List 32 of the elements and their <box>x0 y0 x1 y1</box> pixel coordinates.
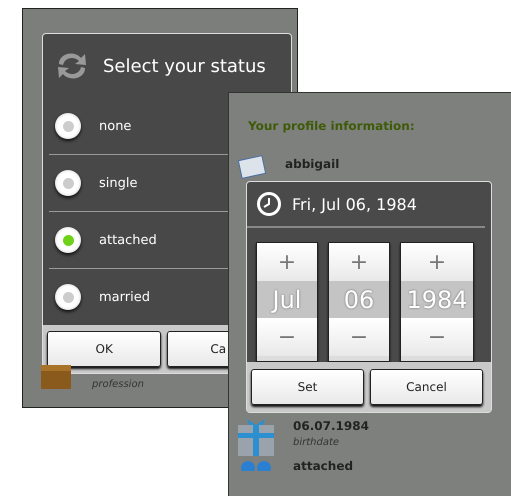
radio-button[interactable] <box>55 113 81 139</box>
box-icon <box>40 364 72 390</box>
set-button[interactable]: Set <box>251 369 364 405</box>
clock-icon <box>256 191 282 217</box>
radio-button[interactable] <box>55 170 81 196</box>
section-heading: Your profile information: <box>248 119 416 133</box>
decrement-button[interactable]: − <box>401 318 473 356</box>
field-value: 06.07.1984 <box>293 419 369 433</box>
option-label: none <box>99 118 132 134</box>
spinner-value: Jul <box>257 281 317 318</box>
option-label: single <box>99 176 138 190</box>
decrement-button[interactable]: − <box>329 318 389 356</box>
decrement-button[interactable]: − <box>257 318 317 356</box>
ok-button[interactable]: OK <box>47 331 162 367</box>
spinner-value: 06 <box>329 281 389 318</box>
increment-button[interactable]: + <box>257 243 317 281</box>
option-label: attached <box>99 232 157 248</box>
increment-button[interactable]: + <box>329 243 389 281</box>
spinner-value: 1984 <box>401 281 473 318</box>
radio-button[interactable] <box>55 227 81 253</box>
field-value: abbigail <box>285 157 340 171</box>
radio-button[interactable] <box>55 284 81 310</box>
dialog-title: Fri, Jul 06, 1984 <box>292 194 417 214</box>
increment-button[interactable]: + <box>401 243 473 281</box>
field-caption: birthdate <box>293 437 340 448</box>
option-label: married <box>99 290 150 304</box>
dialog-title: Select your status <box>103 56 266 76</box>
notepad-icon <box>237 155 267 179</box>
cancel-button[interactable]: Cancel <box>370 369 483 405</box>
gift-icon <box>237 417 275 457</box>
field-caption: profession <box>92 379 144 390</box>
field-value: attached <box>293 459 354 473</box>
